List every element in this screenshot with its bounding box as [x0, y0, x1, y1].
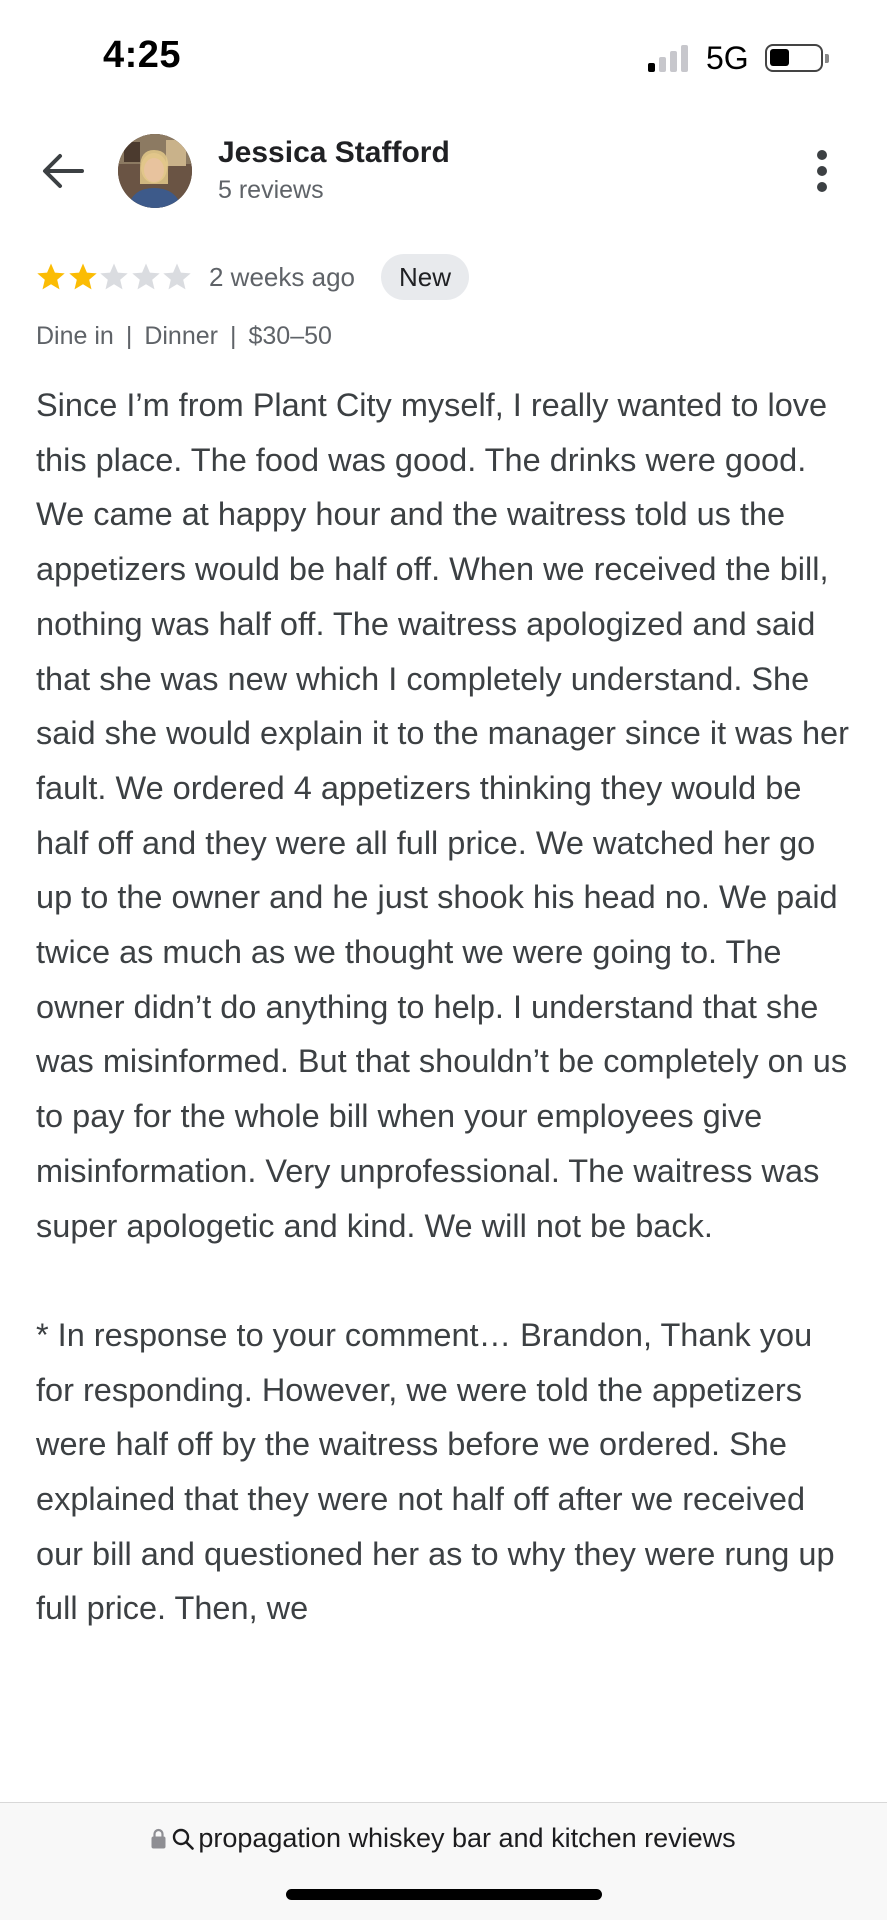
review-meta: Dine in | Dinner | $30–50: [36, 322, 332, 351]
battery-icon: [765, 44, 829, 72]
meta-service: Dine in: [36, 322, 114, 350]
url-text: propagation whiskey bar and kitchen revi…: [198, 1823, 736, 1853]
meta-price: $30–50: [248, 322, 332, 350]
avatar-image: [118, 134, 192, 208]
star-filled-icon: [37, 263, 65, 290]
review-body: Since I’m from Plant City myself, I real…: [36, 378, 858, 1636]
star-filled-icon: [68, 263, 97, 290]
reviewer-review-count: 5 reviews: [218, 176, 324, 204]
network-type: 5G: [706, 40, 749, 76]
review-paragraph: Since I’m from Plant City myself, I real…: [36, 387, 849, 1244]
arrow-left-icon: [43, 154, 84, 188]
browser-bottom-bar: propagation whiskey bar and kitchen revi…: [0, 1802, 887, 1920]
status-time: 4:25: [103, 34, 182, 76]
avatar[interactable]: [118, 134, 192, 208]
new-badge: New: [381, 254, 470, 300]
star-rating: [36, 262, 196, 294]
star-empty-icon: [100, 263, 128, 290]
reviewer-name[interactable]: Jessica Stafford: [218, 136, 450, 170]
meta-meal: Dinner: [144, 322, 218, 350]
home-indicator[interactable]: [286, 1889, 602, 1900]
review-time-ago: 2 weeks ago: [209, 262, 355, 292]
cellular-signal-icon: [648, 44, 694, 72]
star-empty-icon: [131, 263, 160, 290]
rating-row: 2 weeks ago New: [36, 254, 856, 302]
address-bar[interactable]: propagation whiskey bar and kitchen revi…: [0, 1823, 887, 1854]
lock-icon: [151, 1825, 166, 1849]
meta-divider: |: [229, 322, 237, 350]
review-paragraph: * In response to your comment… Brandon, …: [36, 1316, 835, 1627]
back-button[interactable]: [36, 146, 92, 196]
meta-divider: |: [125, 322, 133, 350]
search-icon: [172, 1826, 195, 1850]
star-empty-icon: [163, 263, 191, 290]
status-bar: 4:25 5G: [0, 0, 887, 120]
more-options-button[interactable]: [808, 146, 836, 196]
reviewer-header: Jessica Stafford 5 reviews: [0, 120, 887, 220]
